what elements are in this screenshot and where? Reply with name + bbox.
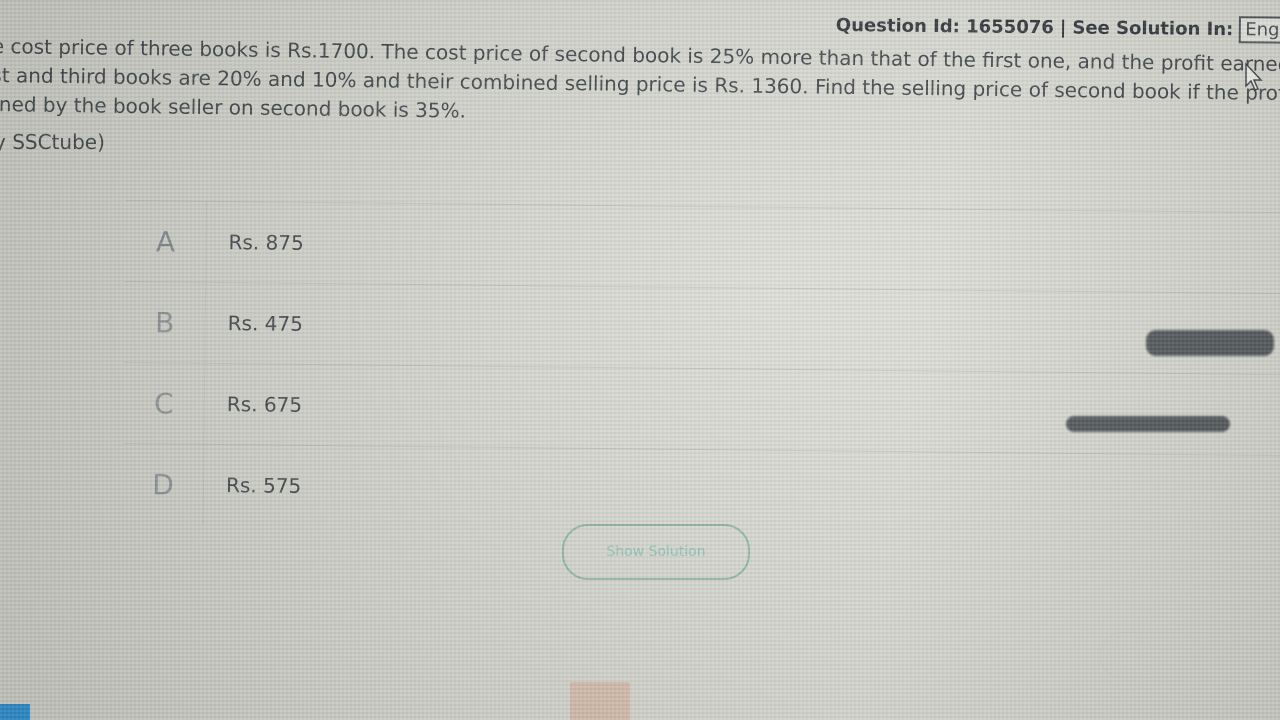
language-value: English bbox=[1245, 19, 1280, 41]
question-id: Question Id: 1655076 bbox=[835, 14, 1054, 39]
option-value: Rs. 675 bbox=[226, 392, 303, 417]
question-header: Question Id: 1655076 | See Solution In: … bbox=[835, 12, 1280, 45]
option-d[interactable]: D Rs. 575 bbox=[122, 442, 1280, 537]
option-value: Rs. 875 bbox=[228, 230, 304, 255]
taskbar-fragment bbox=[0, 704, 30, 720]
option-b[interactable]: B Rs. 475 bbox=[124, 280, 1280, 375]
question-source: y SSCtube) bbox=[0, 130, 105, 154]
option-value: Rs. 475 bbox=[227, 311, 304, 336]
redaction-mark bbox=[1066, 416, 1230, 432]
options-list: A Rs. 875 B Rs. 475 C Rs. 675 D Rs. 575 bbox=[122, 200, 1280, 543]
see-solution-label: See Solution In: bbox=[1072, 17, 1234, 41]
option-c[interactable]: C Rs. 675 bbox=[123, 361, 1280, 456]
header-separator: | bbox=[1059, 17, 1067, 39]
taskbar-fragment bbox=[570, 682, 630, 720]
option-letter: C bbox=[123, 362, 206, 444]
language-select[interactable]: English ⌄ bbox=[1239, 16, 1280, 45]
option-letter: D bbox=[122, 443, 205, 525]
option-letter: A bbox=[125, 200, 207, 282]
question-text: e cost price of three books is Rs.1700. … bbox=[0, 32, 1280, 137]
next-button[interactable] bbox=[1100, 632, 1250, 678]
screen: Question Id: 1655076 | See Solution In: … bbox=[0, 0, 1280, 720]
redaction-mark bbox=[1146, 330, 1274, 356]
show-solution-button[interactable]: Show Solution bbox=[562, 524, 750, 580]
mouse-cursor-icon bbox=[1245, 62, 1263, 91]
option-a[interactable]: A Rs. 875 bbox=[125, 200, 1280, 294]
option-letter: B bbox=[124, 281, 207, 363]
option-value: Rs. 575 bbox=[225, 473, 302, 498]
